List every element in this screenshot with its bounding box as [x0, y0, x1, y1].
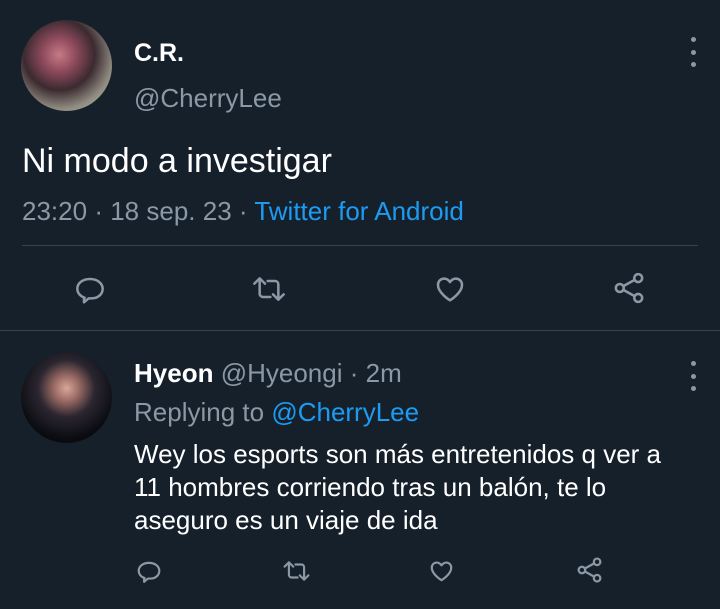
divider [22, 245, 698, 246]
reply-author-handle[interactable]: @Hyeongi [221, 358, 343, 388]
share-icon[interactable] [575, 556, 604, 584]
retweet-icon[interactable] [282, 558, 311, 584]
like-icon[interactable] [428, 558, 455, 584]
reply-header: Hyeon @Hyeongi · 2m [134, 357, 402, 389]
author-avatar[interactable] [21, 20, 112, 111]
replying-to-mention[interactable]: @CherryLee [271, 397, 419, 427]
like-icon[interactable] [433, 273, 467, 305]
tweet-source-link[interactable]: Twitter for Android [254, 196, 464, 226]
share-icon[interactable] [611, 271, 647, 305]
meta-separator: · [238, 196, 248, 226]
reply-text: Wey los esports son más entretenidos q v… [134, 439, 661, 535]
more-options-icon[interactable] [688, 37, 698, 67]
tweet-meta: 23:20 · 18 sep. 23 · Twitter for Android [22, 195, 464, 227]
reply-icon[interactable] [74, 273, 106, 305]
retweet-icon[interactable] [251, 273, 287, 305]
tweet-text: Ni modo a investigar [22, 142, 332, 180]
tweet-time: 23:20 [22, 196, 88, 226]
reply-age: · 2m [349, 358, 402, 388]
replying-to-label: Replying to [134, 397, 265, 427]
replying-to-line: Replying to @CherryLee [134, 396, 419, 428]
reply-author-display-name[interactable]: Hyeon [134, 358, 213, 388]
meta-separator: · [94, 196, 103, 226]
author-display-name[interactable]: C.R. [134, 38, 184, 68]
reply-author-avatar[interactable] [21, 352, 112, 443]
divider [0, 330, 720, 331]
more-options-icon[interactable] [688, 361, 698, 391]
author-handle[interactable]: @CherryLee [134, 82, 282, 114]
tweet-date: 18 sep. 23 [110, 196, 232, 226]
reply-icon[interactable] [136, 558, 162, 584]
